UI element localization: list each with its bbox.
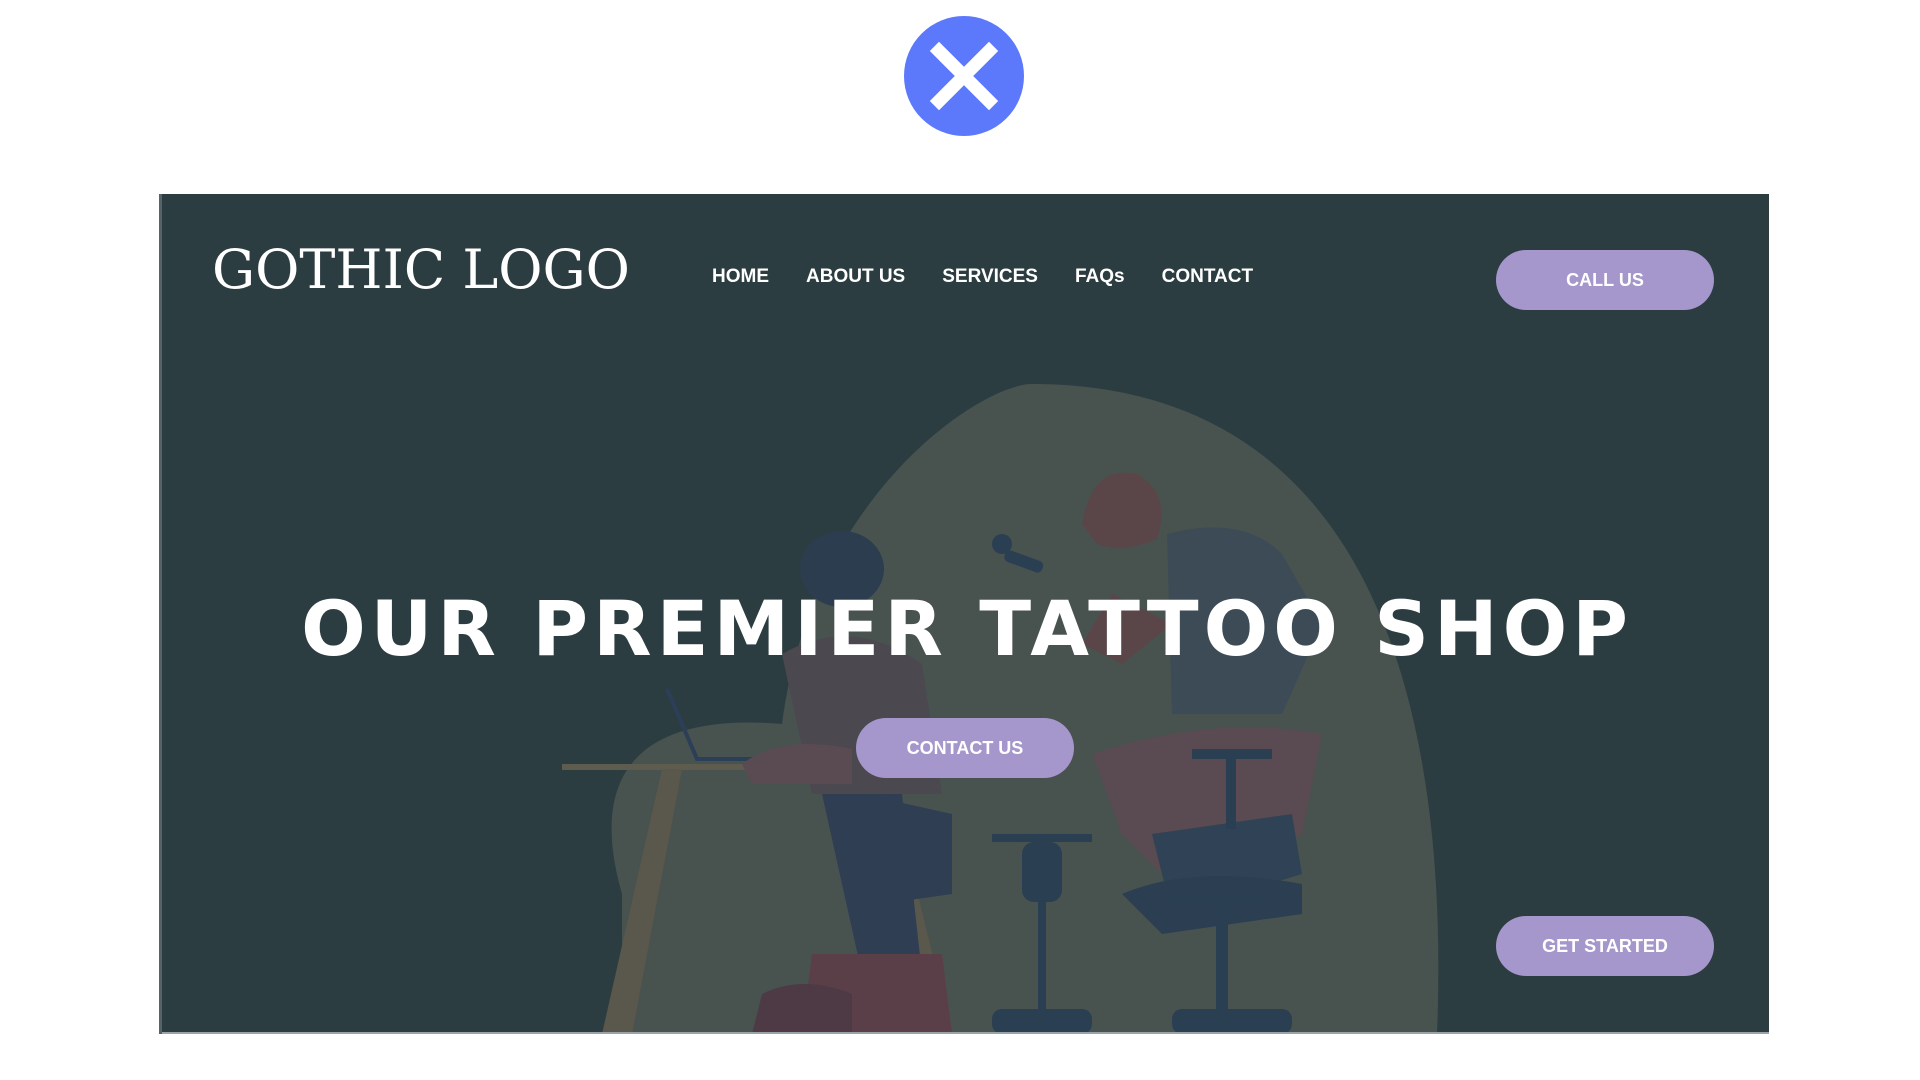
frame-bottom-border — [162, 1032, 1769, 1034]
hero-headline: OUR PREMIER TATTOO SHOP — [301, 584, 1633, 673]
website-preview: GOTHIC LOGO HOME ABOUT US SERVICES FAQs … — [159, 194, 1769, 1034]
call-us-button[interactable]: CALL US — [1496, 250, 1714, 310]
close-icon — [929, 41, 999, 111]
close-button[interactable] — [904, 16, 1024, 136]
get-started-button[interactable]: GET STARTED — [1496, 916, 1714, 976]
nav-home[interactable]: HOME — [712, 266, 769, 288]
nav-services[interactable]: SERVICES — [942, 266, 1038, 288]
site-logo[interactable]: GOTHIC LOGO — [212, 238, 630, 301]
nav-contact[interactable]: CONTACT — [1162, 266, 1253, 288]
nav-faqs[interactable]: FAQs — [1075, 266, 1125, 288]
nav-about-us[interactable]: ABOUT US — [806, 266, 905, 288]
contact-us-button[interactable]: CONTACT US — [856, 718, 1074, 778]
main-nav: HOME ABOUT US SERVICES FAQs CONTACT — [712, 266, 1290, 288]
